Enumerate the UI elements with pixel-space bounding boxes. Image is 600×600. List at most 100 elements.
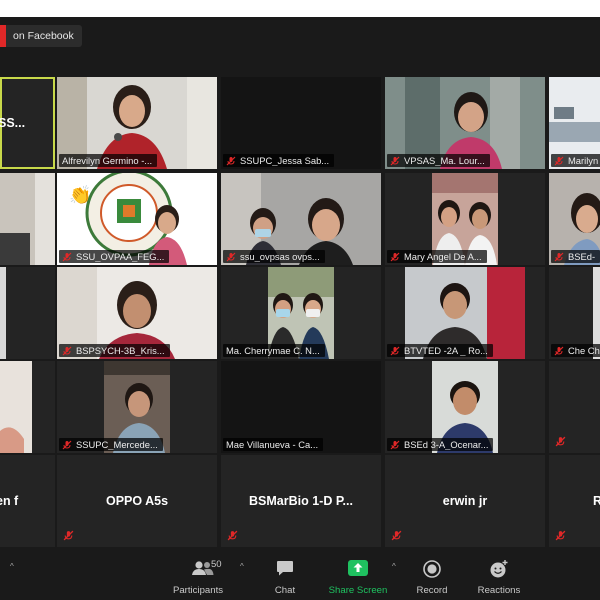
participant-video [0, 361, 55, 453]
muted-mic-icon [390, 252, 400, 261]
participant-name-tag: SSUPC_Jessa Sab... [223, 154, 335, 167]
participant-name: en f [0, 494, 19, 508]
participant-video [0, 267, 55, 359]
video-options-caret-icon[interactable]: ^ [10, 562, 14, 571]
participant-tile-active-speaker[interactable]: SS... [0, 77, 55, 169]
participant-name: Mary Angel De A... [404, 251, 482, 262]
share-options-caret-icon[interactable]: ^ [392, 562, 396, 571]
participant-name: Marilyn [568, 155, 599, 166]
participant-tile[interactable]: Ma. Cherrymae C. N... [221, 267, 381, 359]
participants-button[interactable]: 50 Participants [168, 552, 228, 600]
participant-name: OPPO A5s [105, 494, 169, 508]
share-screen-button[interactable]: Share Screen [326, 552, 390, 600]
muted-mic-icon [554, 346, 564, 355]
participants-label: Participants [172, 585, 224, 596]
chat-label: Chat [274, 585, 296, 596]
muted-mic-icon [226, 252, 236, 261]
participant-name-tag: BSPSYCH-3B_Kris... [59, 344, 170, 357]
muted-mic-icon [555, 530, 566, 541]
participant-name-tag: BSEd 3-A_Ocenar... [387, 438, 494, 451]
participant-name: Ma. Cherrymae C. N... [226, 345, 320, 356]
participant-tile[interactable]: BSEd 3-A_Ocenar... [385, 361, 545, 453]
meeting-toolbar: ^ 50 Participants ^ Chat Share Screen ^ … [0, 552, 600, 600]
muted-mic-icon [391, 530, 402, 541]
participant-tile[interactable]: Mary Angel De A... [385, 173, 545, 265]
participant-name: Alfrevilyn Germino -... [62, 155, 153, 166]
participant-tile[interactable]: Marilyn [549, 77, 600, 169]
participant-tile[interactable] [0, 267, 55, 359]
participant-tile[interactable]: Alfrevilyn Germino -... [57, 77, 217, 169]
record-label: Record [416, 585, 448, 596]
live-indicator [0, 25, 6, 47]
participant-name-tag: ssu_ovpsas ovps... [223, 250, 325, 263]
participant-name: Che Ch [568, 345, 600, 356]
participant-name: BSPSYCH-3B_Kris... [76, 345, 165, 356]
participant-name-tag: BSEd- [551, 250, 600, 263]
participant-name-tag: Che Ch [551, 344, 600, 357]
participant-tile[interactable]: BTVTED -2A _ Ro... [385, 267, 545, 359]
participant-name: ssu_ovpsas ovps... [240, 251, 320, 262]
participant-tile[interactable]: Mae Villanueva - Ca... [221, 361, 381, 453]
participant-tile[interactable]: BSEd- [549, 173, 600, 265]
participant-tile[interactable]: BSMarBio 1-D P... [221, 455, 381, 547]
participant-name: SSU_OVPAA_FEG... [76, 251, 165, 262]
record-button[interactable]: Record [410, 552, 454, 600]
muted-mic-icon [390, 156, 400, 165]
participant-name: BTVTED -2A _ Ro... [404, 345, 488, 356]
record-icon [423, 560, 441, 578]
participant-name-tag: Marilyn [551, 154, 600, 167]
participant-name: SS... [0, 116, 26, 130]
chat-button[interactable]: Chat [262, 552, 308, 600]
participant-name: BSMarBio 1-D P... [249, 494, 353, 508]
participants-count: 50 [211, 559, 222, 570]
muted-mic-icon [226, 156, 236, 165]
gallery-view: SS... Alfrevilyn Germino -... SSUPC_Jess… [0, 77, 600, 552]
share-screen-label: Share Screen [328, 585, 388, 596]
participant-name: VPSAS_Ma. Lour... [404, 155, 485, 166]
participant-name-tag: Mae Villanueva - Ca... [223, 438, 324, 451]
participant-name: SSUPC_Mercede... [76, 439, 158, 450]
participants-options-caret-icon[interactable]: ^ [240, 562, 244, 571]
participant-tile[interactable]: 👏 SSU_OVPAA_FEG... [57, 173, 217, 265]
participant-tile[interactable] [549, 361, 600, 453]
chat-icon [277, 561, 293, 576]
muted-mic-icon [554, 156, 564, 165]
participant-name-tag: Alfrevilyn Germino -... [59, 154, 158, 167]
muted-mic-icon [62, 252, 72, 261]
zoom-meeting-window: on Facebook SS... Alfrevilyn Germino -..… [0, 17, 600, 600]
participant-name: BSEd 3-A_Ocenar... [404, 439, 489, 450]
participant-tile[interactable]: OPPO A5s [57, 455, 217, 547]
participant-tile[interactable]: VPSAS_Ma. Lour... [385, 77, 545, 169]
participant-tile[interactable]: R [549, 455, 600, 547]
participant-name-tag: SSUPC_Mercede... [59, 438, 163, 451]
participant-tile[interactable]: SSUPC_Jessa Sab... [221, 77, 381, 169]
participant-name: R [592, 494, 600, 508]
participant-name-tag: SSU_OVPAA_FEG... [59, 250, 170, 263]
participant-tile[interactable]: en f [0, 455, 55, 547]
share-screen-icon [348, 560, 368, 576]
participant-tile[interactable]: Che Ch [549, 267, 600, 359]
participant-video [0, 173, 55, 265]
participant-name: BSEd- [568, 251, 596, 262]
muted-mic-icon [227, 530, 238, 541]
participant-tile[interactable]: erwin jr [385, 455, 545, 547]
muted-mic-icon [62, 346, 72, 355]
live-on-facebook-badge[interactable]: on Facebook [0, 25, 82, 47]
muted-mic-icon [390, 346, 400, 355]
participant-tile[interactable]: SSUPC_Mercede... [57, 361, 217, 453]
participant-name-tag: Ma. Cherrymae C. N... [223, 344, 325, 357]
clapping-hands-reaction: 👏 [69, 184, 91, 205]
participant-name: erwin jr [442, 494, 488, 508]
top-bar: on Facebook [0, 17, 600, 72]
reactions-button[interactable]: Reactions [472, 552, 526, 600]
participant-tile[interactable]: ssu_ovpsas ovps... [221, 173, 381, 265]
participant-name-tag: Mary Angel De A... [387, 250, 487, 263]
participant-tile[interactable] [0, 361, 55, 453]
participant-tile[interactable]: BSPSYCH-3B_Kris... [57, 267, 217, 359]
muted-mic-icon [555, 436, 566, 447]
participant-name: Mae Villanueva - Ca... [226, 439, 319, 450]
live-badge-label: on Facebook [13, 30, 74, 42]
reactions-label: Reactions [477, 585, 521, 596]
participant-tile[interactable] [0, 173, 55, 265]
muted-mic-icon [554, 252, 564, 261]
